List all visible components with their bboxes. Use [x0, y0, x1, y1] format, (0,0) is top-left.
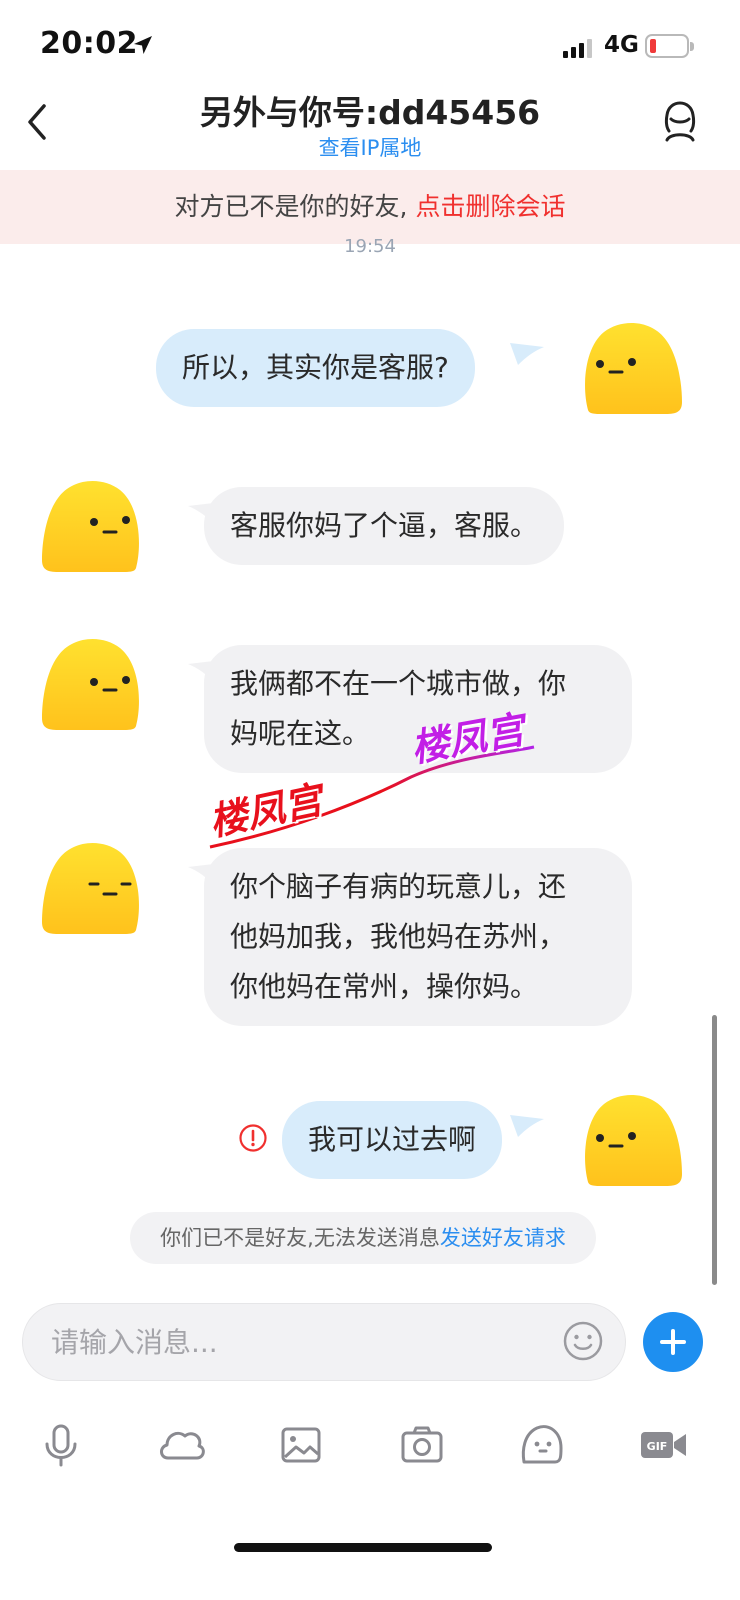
message-input-container[interactable]: [22, 1303, 626, 1381]
user-avatar[interactable]: [580, 318, 684, 418]
cloud-icon[interactable]: [156, 1420, 206, 1470]
cannot-send-notice: 你们已不是好友,无法发送消息发送好友请求: [130, 1212, 596, 1264]
message-timestamp: 19:54: [344, 236, 396, 257]
microphone-icon[interactable]: [36, 1420, 86, 1470]
more-actions-button[interactable]: [643, 1312, 703, 1372]
battery-icon: [645, 34, 694, 58]
message-bubble-sent[interactable]: 所以，其实你是客服?: [156, 329, 475, 407]
user-avatar[interactable]: [580, 1090, 684, 1190]
message-text-line: 你个脑子有病的玩意儿，还: [230, 870, 567, 903]
message-input[interactable]: [51, 1320, 551, 1364]
message-text: 客服你妈了个逼，客服。: [230, 509, 539, 542]
message-text-line: 你他妈在常州，操你妈。: [230, 970, 539, 1003]
profile-icon[interactable]: [662, 100, 698, 144]
network-type: 4G: [604, 32, 639, 58]
plus-icon: [660, 1329, 686, 1355]
send-failed-icon[interactable]: [238, 1123, 268, 1153]
not-friend-banner: 对方已不是你的好友, 点击删除会话: [0, 170, 740, 244]
banner-text: 对方已不是你的好友,: [174, 192, 416, 221]
svg-text:GIF: GIF: [647, 1440, 668, 1453]
sticker-icon[interactable]: [517, 1420, 567, 1470]
scrollbar[interactable]: [712, 1015, 717, 1285]
location-arrow-icon: [134, 36, 152, 54]
ip-location-link[interactable]: 查看IP属地: [0, 132, 740, 162]
message-text: 所以，其实你是客服?: [182, 351, 449, 384]
message-bubble-received[interactable]: 你个脑子有病的玩意儿，还 他妈加我，我他妈在苏州， 你他妈在常州，操你妈。: [204, 848, 632, 1026]
message-text-line: 他妈加我，我他妈在苏州，: [230, 920, 567, 953]
delete-conversation-link[interactable]: 点击删除会话: [415, 192, 565, 221]
message-text-line: 我俩都不在一个城市做，你: [230, 667, 567, 700]
contact-avatar[interactable]: [40, 476, 144, 576]
emoji-icon[interactable]: [562, 1320, 604, 1362]
cellular-signal-icon: [563, 39, 592, 58]
message-bubble-received[interactable]: 客服你妈了个逼，客服。: [204, 487, 565, 565]
status-time: 20:02: [40, 26, 138, 61]
gif-icon[interactable]: GIF: [638, 1420, 690, 1470]
notice-text: 你们已不是好友,无法发送消息: [160, 1226, 440, 1250]
contact-avatar[interactable]: [40, 838, 144, 938]
camera-icon[interactable]: [397, 1420, 447, 1470]
chat-title: 另外与你号:dd45456: [199, 93, 541, 132]
bubble-tail: [510, 1115, 544, 1137]
message-bubble-sent[interactable]: 我可以过去啊: [282, 1101, 503, 1179]
message-text: 我可以过去啊: [308, 1123, 477, 1156]
send-friend-request-link[interactable]: 发送好友请求: [440, 1226, 566, 1250]
image-icon[interactable]: [276, 1420, 326, 1470]
status-bar: 20:02 4G: [0, 0, 740, 90]
bubble-tail: [510, 343, 544, 365]
contact-avatar[interactable]: [40, 634, 144, 734]
home-indicator[interactable]: [234, 1543, 492, 1552]
